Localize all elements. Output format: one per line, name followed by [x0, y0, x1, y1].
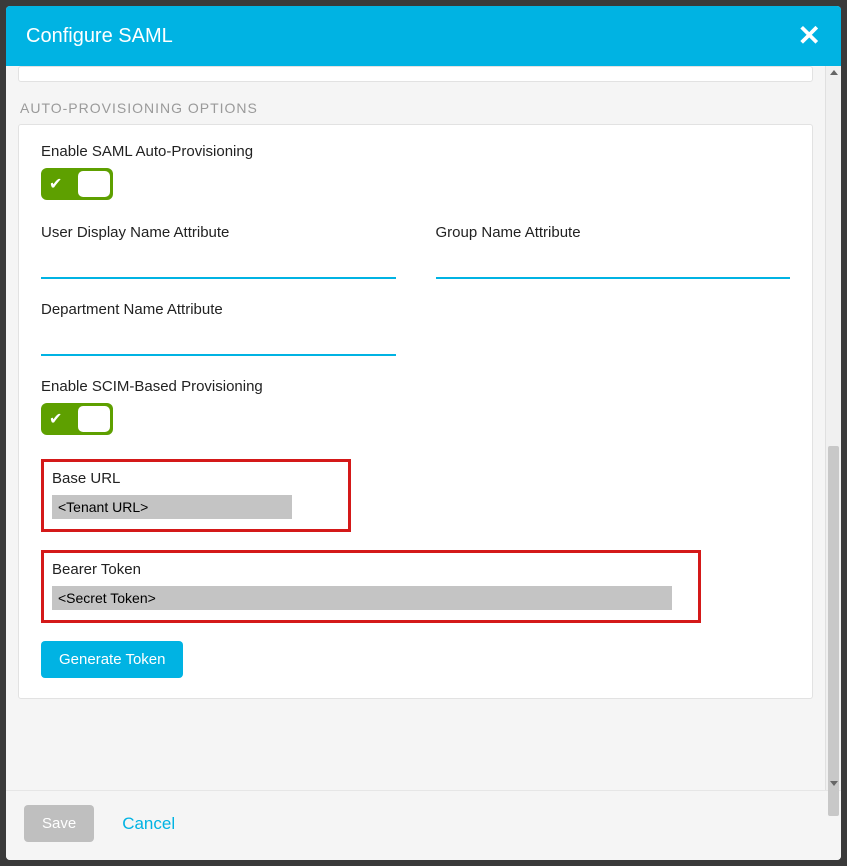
generate-token-button[interactable]: Generate Token — [41, 641, 183, 678]
configure-saml-modal: Configure SAML ✕ AUTO-PROVISIONING OPTIO… — [6, 6, 841, 860]
modal-title: Configure SAML — [26, 25, 173, 48]
department-name-group: Department Name Attribute — [41, 301, 396, 356]
base-url-label: Base URL — [52, 470, 340, 487]
toggle-knob — [78, 171, 110, 197]
enable-saml-label: Enable SAML Auto-Provisioning — [41, 143, 790, 160]
bearer-token-label: Bearer Token — [52, 561, 690, 578]
modal-body: AUTO-PROVISIONING OPTIONS Enable SAML Au… — [6, 66, 825, 790]
group-name-input[interactable] — [436, 249, 791, 279]
user-display-name-input[interactable] — [41, 249, 396, 279]
base-url-value[interactable]: <Tenant URL> — [52, 495, 292, 519]
user-display-name-group: User Display Name Attribute — [41, 224, 396, 279]
base-url-group: Base URL <Tenant URL> — [52, 470, 340, 519]
bearer-token-highlight: Bearer Token <Secret Token> — [41, 550, 701, 623]
bearer-token-group: Bearer Token <Secret Token> — [52, 561, 690, 610]
empty-col — [436, 301, 791, 356]
check-icon: ✔ — [49, 174, 62, 194]
enable-scim-label: Enable SCIM-Based Provisioning — [41, 378, 790, 395]
bearer-token-value[interactable]: <Secret Token> — [52, 586, 672, 610]
group-name-group: Group Name Attribute — [436, 224, 791, 279]
auto-provisioning-card: Enable SAML Auto-Provisioning ✔ User Dis… — [18, 124, 813, 699]
modal-header: Configure SAML ✕ — [6, 6, 841, 66]
section-heading: AUTO-PROVISIONING OPTIONS — [18, 100, 813, 116]
scroll-thumb[interactable] — [828, 446, 839, 816]
scroll-down-icon[interactable] — [830, 781, 838, 786]
user-display-name-label: User Display Name Attribute — [41, 224, 396, 241]
vertical-scrollbar[interactable] — [825, 66, 841, 790]
base-url-highlight: Base URL <Tenant URL> — [41, 459, 351, 532]
modal-body-wrap: AUTO-PROVISIONING OPTIONS Enable SAML Au… — [6, 66, 841, 790]
check-icon: ✔ — [49, 409, 62, 429]
department-name-input[interactable] — [41, 326, 396, 356]
attributes-row-2: Department Name Attribute — [41, 301, 790, 356]
close-icon[interactable]: ✕ — [798, 22, 821, 50]
modal-footer: Save Cancel — [6, 790, 841, 860]
attributes-row-1: User Display Name Attribute Group Name A… — [41, 224, 790, 279]
enable-scim-toggle[interactable]: ✔ — [41, 403, 113, 435]
enable-saml-toggle[interactable]: ✔ — [41, 168, 113, 200]
toggle-knob — [78, 406, 110, 432]
department-name-label: Department Name Attribute — [41, 301, 396, 318]
group-name-label: Group Name Attribute — [436, 224, 791, 241]
scroll-up-icon[interactable] — [830, 70, 838, 75]
cancel-link[interactable]: Cancel — [122, 814, 175, 834]
previous-section-bottom — [18, 66, 813, 82]
save-button[interactable]: Save — [24, 805, 94, 842]
